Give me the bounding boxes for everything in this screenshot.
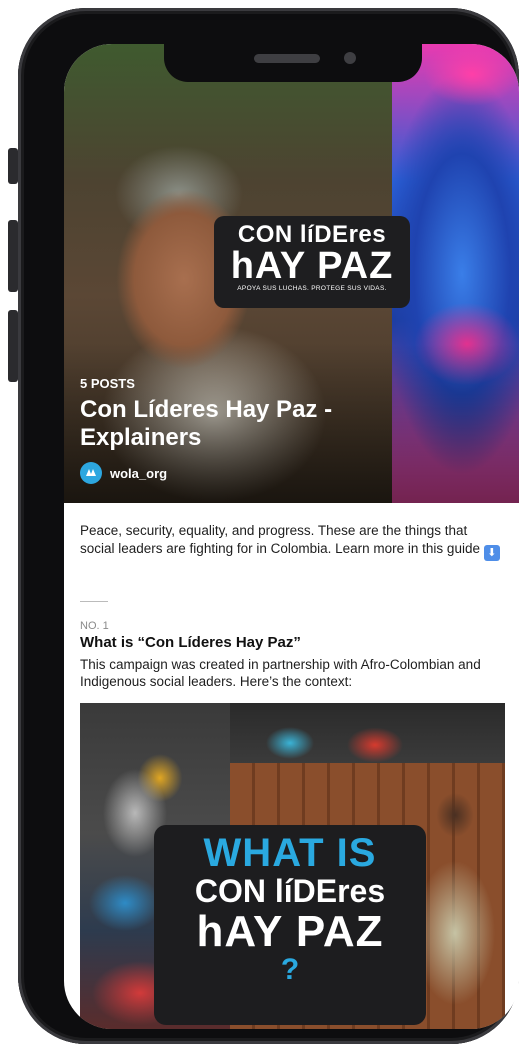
posts-count: 5 POSTS xyxy=(80,376,135,391)
post-image[interactable]: WHAT IS CON líDEres hAY PAZ ? xyxy=(80,703,505,1029)
post-number: NO. 1 xyxy=(80,620,109,632)
guide-title: Con Líderes Hay Paz - Explainers xyxy=(80,396,333,451)
post-image-caption: WHAT IS CON líDEres hAY PAZ ? xyxy=(154,825,426,1025)
guide-description-text: Peace, security, equality, and progress.… xyxy=(80,523,480,556)
camera xyxy=(344,52,356,64)
logo-tagline: APOYA SUS LUCHAS. PROTEGE SUS VIDAS. xyxy=(237,285,387,292)
image-text-question-mark: ? xyxy=(280,953,300,986)
phone-screen: CON líDEres hAY PAZ APOYA SUS LUCHAS. PR… xyxy=(64,44,519,1029)
mural-faces xyxy=(230,703,505,763)
image-text-what-is: WHAT IS xyxy=(203,831,377,875)
guide-cover: CON líDEres hAY PAZ APOYA SUS LUCHAS. PR… xyxy=(64,44,519,503)
post-description: This campaign was created in partnership… xyxy=(80,657,481,689)
logo-line2: hAY PAZ xyxy=(230,245,394,287)
wola-logo-icon xyxy=(80,462,102,484)
phone-frame: CON líDEres hAY PAZ APOYA SUS LUCHAS. PR… xyxy=(18,8,519,1044)
volume-up-button xyxy=(8,220,18,292)
image-text-con-lideres: CON líDEres xyxy=(194,873,386,909)
guide-description: Peace, security, equality, and progress.… xyxy=(80,522,500,561)
campaign-logo: CON líDEres hAY PAZ APOYA SUS LUCHAS. PR… xyxy=(214,216,410,308)
down-arrow-icon: ⬇ xyxy=(483,545,500,561)
post-title[interactable]: What is “Con Líderes Hay Paz” xyxy=(80,634,301,651)
author-username: wola_org xyxy=(110,465,168,481)
image-text-hay-paz: hAY PAZ xyxy=(196,907,384,956)
author-link[interactable]: wola_org xyxy=(80,462,167,484)
notch xyxy=(164,44,422,82)
volume-down-button xyxy=(8,310,18,382)
divider xyxy=(80,601,108,602)
silent-switch xyxy=(8,148,18,184)
speaker xyxy=(254,54,320,63)
